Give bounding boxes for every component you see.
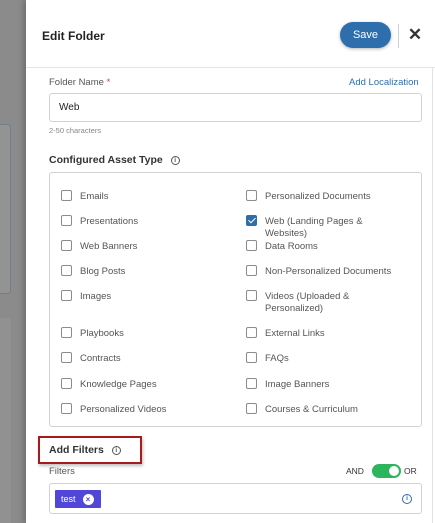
checkbox[interactable] [61,240,72,251]
checkbox[interactable] [246,327,257,338]
checkbox[interactable] [246,352,257,363]
asset-type-option[interactable]: Playbooks [61,327,124,340]
filters-input[interactable]: test × i [49,483,422,514]
checkbox[interactable] [246,240,257,251]
required-mark: * [106,77,111,88]
scroll-track[interactable] [432,68,433,523]
asset-type-option[interactable]: FAQs [246,352,406,365]
asset-type-option[interactable]: Non-Personalized Documents [246,265,406,278]
checkbox[interactable] [61,190,72,201]
checkbox[interactable] [61,327,72,338]
asset-type-option[interactable]: Contracts [61,352,121,365]
checkbox-label: Web (Landing Pages & Websites) [265,216,363,239]
checkbox[interactable] [61,215,72,226]
checkbox[interactable] [246,290,257,301]
checkbox[interactable] [61,290,72,301]
checkbox[interactable] [61,378,72,389]
save-button[interactable]: Save [340,22,391,48]
filters-field-label: Filters [49,466,75,477]
filter-chip: test × [55,490,101,508]
header-divider [398,24,399,48]
checkbox[interactable] [61,352,72,363]
background-card [0,124,11,294]
asset-type-option[interactable]: Emails [61,190,109,203]
checkbox-label: Web Banners [80,241,138,252]
folder-name-label-text: Folder Name [49,77,104,88]
asset-type-option[interactable]: Web Banners [61,240,138,253]
checkbox[interactable] [246,215,257,226]
and-label: AND [346,466,364,476]
close-icon[interactable]: ✕ [407,26,423,44]
asset-type-option[interactable]: Knowledge Pages [61,378,157,391]
checkbox-label: Blog Posts [80,266,126,277]
checkbox[interactable] [246,378,257,389]
checkbox[interactable] [246,265,257,276]
info-icon[interactable]: i [170,156,180,165]
asset-type-heading: Configured Asset Type i [49,154,180,166]
checkbox-label: Videos (Uploaded & Personalized) [265,291,350,314]
toggle-knob [389,466,399,476]
asset-type-option[interactable]: Images [61,290,112,303]
asset-type-option[interactable]: Image Banners [246,378,406,391]
folder-name-input[interactable]: Web [49,93,422,122]
asset-type-option[interactable]: External Links [246,327,406,340]
checkbox-label: Data Rooms [265,241,318,252]
checkbox-label: Contracts [80,353,121,364]
drawer-header: Edit Folder Save ✕ [26,0,435,68]
checkbox-label: Image Banners [265,379,330,390]
checkbox-label: Personalized Videos [80,404,167,415]
checkbox-label: Knowledge Pages [80,379,157,390]
filter-chip-label: test [61,494,76,504]
asset-type-title: Configured Asset Type [49,154,163,166]
checkbox-label: External Links [265,328,325,339]
remove-chip-icon[interactable]: × [82,493,94,505]
checkbox-label: Presentations [80,216,139,227]
checkbox[interactable] [246,190,257,201]
add-localization-link[interactable]: Add Localization [349,77,419,88]
checkbox-label: Courses & Curriculum [265,404,358,415]
asset-type-option[interactable]: Presentations [61,215,139,228]
info-icon[interactable]: i [402,494,412,504]
asset-type-list: Emails Personalized Documents Presentation… [49,172,422,427]
checkbox[interactable] [246,403,257,414]
or-label: OR [404,466,417,476]
asset-type-option[interactable]: Blog Posts [61,265,126,278]
drawer-title: Edit Folder [42,29,105,43]
asset-type-option[interactable]: Personalized Videos [61,403,167,416]
and-or-toggle[interactable] [372,464,401,478]
asset-type-option[interactable]: Web (Landing Pages & Websites) [246,215,406,240]
asset-type-option[interactable]: Personalized Documents [246,190,406,203]
checkbox-label: FAQs [265,353,289,364]
edit-folder-drawer: Edit Folder Save ✕ Folder Name * Add Loc… [26,0,435,523]
checkbox-label: Playbooks [80,328,124,339]
background-panel [0,318,11,523]
asset-type-option[interactable]: Courses & Curriculum [246,403,406,416]
checkbox-label: Emails [80,191,109,202]
asset-type-option[interactable]: Videos (Uploaded & Personalized) [246,290,406,315]
checkbox[interactable] [61,265,72,276]
asset-type-option[interactable]: Data Rooms [246,240,406,253]
checkbox-label: Personalized Documents [265,191,371,202]
folder-name-label: Folder Name * [49,77,110,88]
checkbox-label: Non-Personalized Documents [265,266,392,277]
filters-highlight-box [38,436,142,464]
folder-name-hint: 2-50 characters [49,126,102,135]
checkbox[interactable] [61,403,72,414]
checkbox-label: Images [80,291,112,302]
